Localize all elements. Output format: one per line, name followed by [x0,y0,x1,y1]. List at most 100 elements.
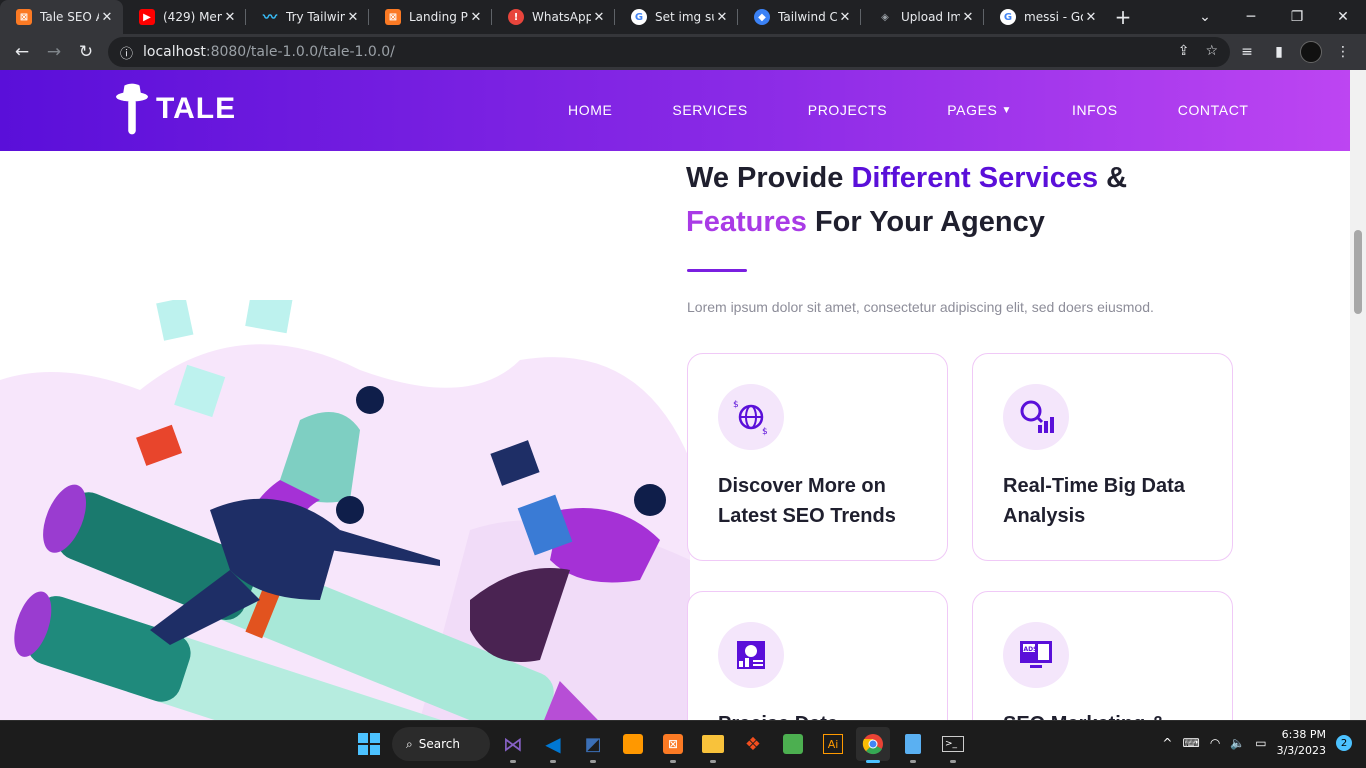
address-bar[interactable]: ⓘ localhost:8080/tale-1.0.0/tale-1.0.0/ … [108,37,1230,67]
tab-title: Landing Pa [409,10,468,24]
search-label: Search [418,737,460,751]
clock-time: 6:38 PM [1281,728,1326,741]
tab-set-img[interactable]: G Set img su ✕ [615,0,738,34]
tab-title: (429) Mem [163,10,222,24]
notepad-icon[interactable] [896,727,930,763]
bookmark-star-icon[interactable]: ☆ [1205,43,1218,59]
service-card-title: Real-Time Big Data Analysis [1003,475,1185,527]
new-tab-button[interactable]: + [1107,0,1139,34]
tab-search-icon[interactable]: ⌄ [1182,0,1228,34]
tab-upload-image[interactable]: ◈ Upload Im ✕ [861,0,984,34]
svg-text:$: $ [733,400,739,410]
keyboard-icon[interactable]: ⌨ [1182,736,1199,750]
back-icon[interactable]: ← [6,36,38,68]
close-tab-icon[interactable]: ✕ [837,10,853,25]
start-button[interactable] [352,727,386,761]
forward-icon[interactable]: → [38,36,70,68]
xampp-icon: ⊠ [385,9,401,25]
tab-tale-seo[interactable]: ⊠ Tale SEO A ✕ [0,0,123,34]
svg-text:ADS: ADS [1024,646,1038,653]
restore-icon[interactable]: ❐ [1274,0,1320,34]
side-panel-icon[interactable]: ▮ [1266,36,1292,68]
show-hidden-icons-icon[interactable]: ^ [1162,736,1172,750]
globe-dollar-icon: $ $ [718,384,784,450]
close-tab-icon[interactable]: ✕ [591,10,607,25]
taskbar-search[interactable]: ⌕ Search [392,727,490,761]
chrome-icon[interactable] [856,727,890,763]
tab-youtube[interactable]: ▶ (429) Mem ✕ [123,0,246,34]
tab-landing-page[interactable]: ⊠ Landing Pa ✕ [369,0,492,34]
illustrator-icon[interactable]: Ai [816,727,850,761]
floating-paper [156,300,194,341]
page-scrollbar[interactable] [1350,70,1366,720]
search-icon: ⌕ [406,736,413,751]
nav-infos[interactable]: INFOS [1072,102,1118,118]
vscode-icon[interactable]: ◀ [536,727,570,763]
section-heading: We Provide Different Services & Features… [686,162,1128,238]
media-queue-icon[interactable]: ≡ [1234,36,1260,68]
service-card-title: Discover More on Latest SEO Trends [718,475,896,527]
figma-icon[interactable]: ❖ [736,727,770,761]
clock-date: 3/3/2023 [1276,744,1326,757]
tab-messi[interactable]: G messi - Go ✕ [984,0,1107,34]
profile-avatar[interactable] [1298,36,1324,68]
close-tab-icon[interactable]: ✕ [468,10,484,25]
google-icon: G [1000,9,1016,25]
close-tab-icon[interactable]: ✕ [960,10,976,25]
xampp-icon: ⊠ [16,9,32,25]
site-logo[interactable]: TALE [116,80,236,138]
site-info-icon[interactable]: ⓘ [120,43,133,62]
tab-tailwind-css[interactable]: ◆ Tailwind C ✕ [738,0,861,34]
tailwind-docs-icon: ◆ [754,9,770,25]
close-tab-icon[interactable]: ✕ [99,10,115,25]
wifi-icon[interactable]: ◠ [1210,736,1220,750]
terminal-icon[interactable]: >_ [936,727,970,763]
browser-tab-strip: ⊠ Tale SEO A ✕ ▶ (429) Mem ✕ 〰 Try Tailw… [0,0,1366,34]
service-card[interactable]: ADS SEO Marketing & [972,591,1233,720]
service-card[interactable]: Real-Time Big Data Analysis [972,353,1233,561]
nav-contact[interactable]: CONTACT [1178,102,1249,118]
clock[interactable]: 6:38 PM 3/3/2023 [1277,727,1326,759]
xampp-icon[interactable]: ⊠ [656,727,690,763]
close-tab-icon[interactable]: ✕ [345,10,361,25]
nav-pages[interactable]: PAGES ▼ [947,102,1012,118]
volume-icon[interactable]: 🔈 [1230,736,1245,750]
web-page: TALE HOME SERVICES PROJECTS PAGES ▼ INFOS… [0,70,1350,720]
inkscape-icon[interactable] [776,727,810,761]
notification-badge[interactable]: 2 [1336,735,1352,751]
minimize-icon[interactable]: ─ [1228,0,1274,34]
share-icon[interactable]: ⇪ [1178,43,1190,59]
ads-monitor-icon: ADS [1003,622,1069,688]
mysql-workbench-icon[interactable]: ◩ [576,727,610,763]
tab-title: Try Tailwin [286,10,345,24]
tab-try-tailwind[interactable]: 〰 Try Tailwin ✕ [246,0,369,34]
close-tab-icon[interactable]: ✕ [222,10,238,25]
system-tray: ^ ⌨ ◠ 🔈 ▭ 6:38 PM 3/3/2023 2 [1162,727,1352,759]
close-tab-icon[interactable]: ✕ [714,10,730,25]
nav-services[interactable]: SERVICES [672,102,747,118]
reload-icon[interactable]: ↻ [70,36,102,68]
nav-projects[interactable]: PROJECTS [808,102,887,118]
url-path: :8080/tale-1.0.0/tale-1.0.0/ [205,44,395,60]
scrollbar-thumb[interactable] [1354,230,1362,314]
menu-kebab-icon[interactable]: ⋮ [1330,36,1356,68]
battery-icon[interactable]: ▭ [1255,736,1266,750]
tab-whatsapp[interactable]: ! WhatsApp ✕ [492,0,615,34]
close-tab-icon[interactable]: ✕ [1083,10,1099,25]
sublime-text-icon[interactable] [616,727,650,761]
file-explorer-icon[interactable] [696,727,730,763]
service-card[interactable]: Precise Data [687,591,948,720]
upload-icon: ◈ [881,11,889,23]
tab-title: Tale SEO A [40,10,99,24]
nav-home[interactable]: HOME [568,102,612,118]
tab-title: Tailwind C [778,10,837,24]
close-window-icon[interactable]: ✕ [1320,0,1366,34]
browser-toolbar: ← → ↻ ⓘ localhost:8080/tale-1.0.0/tale-1… [0,34,1366,70]
service-card[interactable]: $ $ Discover More on Latest SEO Trends [687,353,948,561]
tab-title: Upload Im [901,10,960,24]
pie-chart-report-icon [718,622,784,688]
alert-icon: ! [508,9,524,25]
search-chart-icon [1003,384,1069,450]
visual-studio-icon[interactable]: ⋈ [496,727,530,763]
site-header: TALE HOME SERVICES PROJECTS PAGES ▼ INFOS… [0,70,1350,151]
